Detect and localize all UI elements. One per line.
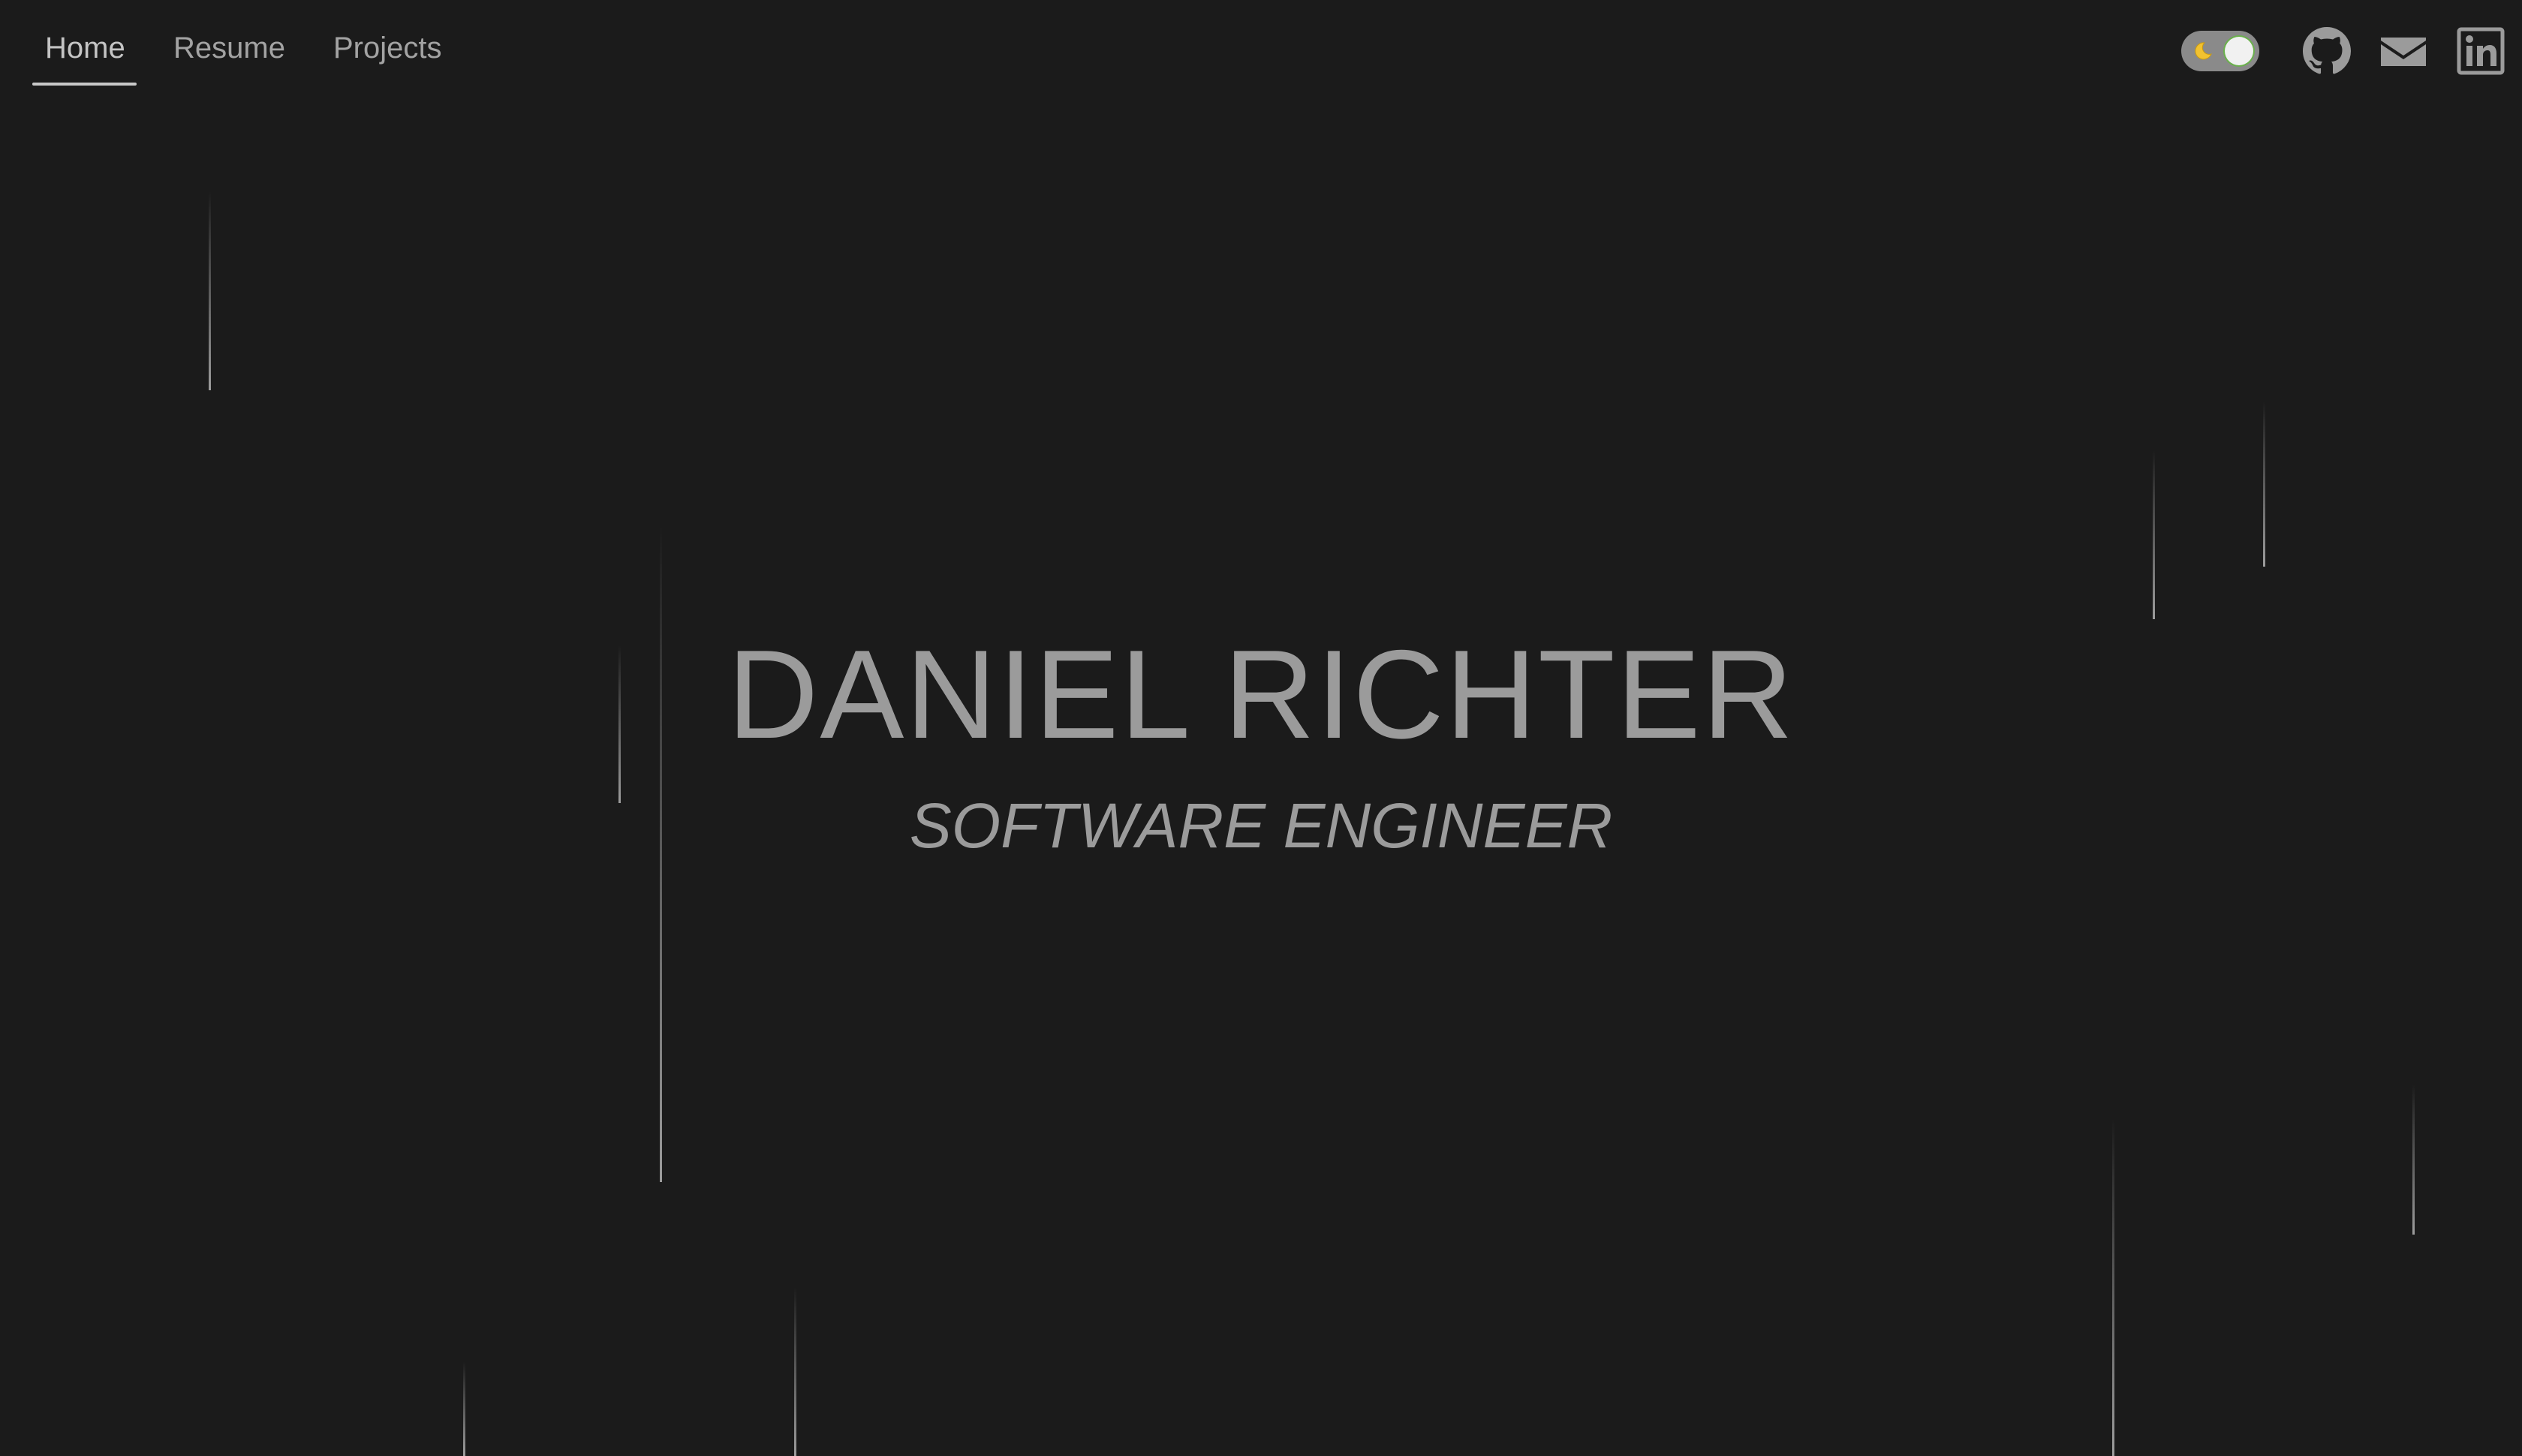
active-nav-underline [32, 83, 137, 86]
email-link[interactable] [2379, 27, 2427, 75]
rain-streak [2412, 1084, 2415, 1235]
rain-streak [794, 1287, 796, 1456]
rain-streak [2153, 450, 2155, 619]
toggle-knob [2225, 37, 2253, 65]
linkedin-link[interactable] [2457, 27, 2505, 75]
nav-projects-link[interactable]: Projects [333, 26, 442, 71]
github-icon [2303, 27, 2351, 74]
top-nav: Home Resume Projects [0, 0, 2522, 98]
hero-name: DANIEL RICHTER [727, 624, 1795, 765]
hero-job-title: SOFTWARE ENGINEER [909, 790, 1613, 861]
rain-streak [2263, 402, 2265, 567]
rain-streak [209, 191, 211, 390]
mail-icon [2381, 38, 2426, 66]
theme-toggle[interactable] [2181, 31, 2259, 71]
nav-resume-link[interactable]: Resume [173, 26, 285, 71]
github-link[interactable] [2303, 27, 2351, 75]
moon-icon [2195, 42, 2212, 60]
linkedin-icon [2457, 27, 2505, 75]
rain-streak [463, 1362, 465, 1456]
rain-streak [2112, 1118, 2114, 1456]
nav-home-link[interactable]: Home [45, 26, 125, 71]
